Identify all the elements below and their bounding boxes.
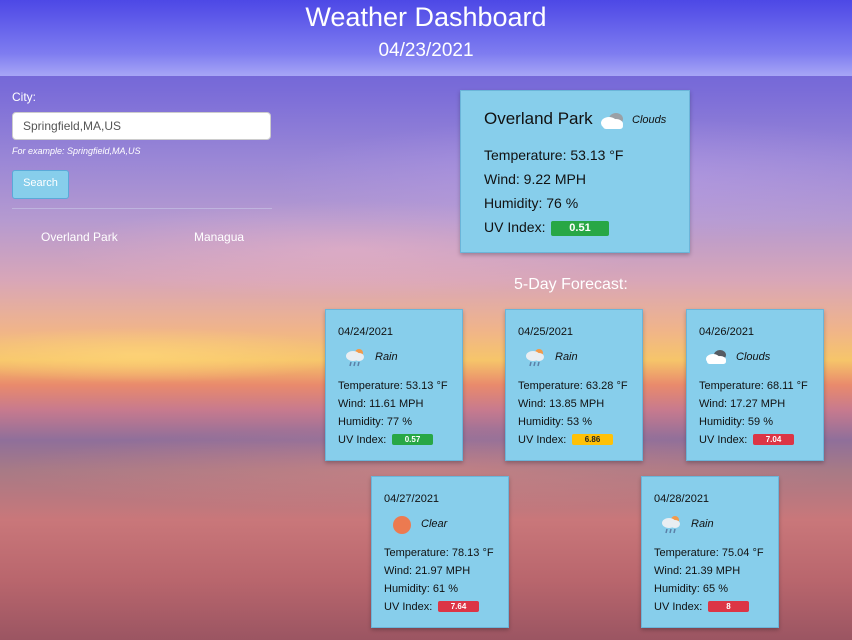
forecast-condition: Rain (555, 351, 578, 363)
forecast-wind: Wind: 13.85 MPH (518, 398, 605, 410)
current-uv-badge: 0.51 (551, 221, 609, 236)
forecast-uv-label: UV Index: (384, 601, 433, 613)
forecast-uv-badge: 8 (708, 601, 749, 612)
current-uv-label: UV Index: (484, 219, 546, 235)
forecast-date: 04/26/2021 (699, 326, 755, 338)
rain-icon (526, 349, 544, 367)
forecast-humidity: Humidity: 59 % (699, 416, 773, 428)
clouds-icon (706, 350, 726, 364)
forecast-card: 04/25/2021 Rain Temperature: 63.28 °F Wi… (505, 309, 643, 461)
forecast-date: 04/28/2021 (654, 493, 710, 505)
forecast-date: 04/24/2021 (338, 326, 394, 338)
forecast-humidity: Humidity: 61 % (384, 583, 458, 595)
forecast-temperature: Temperature: 68.11 °F (699, 380, 808, 392)
search-panel: City: For example: Springfield,MA,US Sea… (12, 90, 272, 244)
forecast-uv-label: UV Index: (338, 434, 387, 446)
city-hint: For example: Springfield,MA,US (12, 146, 141, 156)
forecast-date: 04/25/2021 (518, 326, 574, 338)
current-condition: Clouds (632, 114, 667, 126)
forecast-title: 5-Day Forecast: (514, 276, 628, 293)
forecast-temperature: Temperature: 75.04 °F (654, 547, 764, 559)
current-city-name: Overland Park (484, 109, 593, 128)
clouds-icon (601, 113, 623, 129)
page-title: Weather Dashboard (305, 2, 547, 32)
forecast-card: 04/26/2021 Clouds Temperature: 68.11 °F … (686, 309, 824, 461)
forecast-temperature: Temperature: 53.13 °F (338, 380, 448, 392)
current-weather-card: Overland Park Clouds Temperature: 53.13 … (460, 90, 690, 253)
forecast-wind: Wind: 21.97 MPH (384, 565, 471, 577)
forecast-uv-badge: 7.64 (438, 601, 479, 612)
forecast-card: 04/24/2021 Rain Temperature: 53.13 °F Wi… (325, 309, 463, 461)
forecast-temperature: Temperature: 63.28 °F (518, 380, 628, 392)
forecast-uv-badge: 0.57 (392, 434, 433, 445)
rain-icon (662, 516, 680, 534)
forecast-condition: Clear (421, 518, 448, 530)
forecast-uv-label: UV Index: (699, 434, 748, 446)
rain-icon (346, 349, 364, 367)
forecast-card: 04/28/2021 Rain Temperature: 75.04 °F Wi… (641, 476, 779, 628)
forecast-temperature: Temperature: 78.13 °F (384, 547, 494, 559)
forecast-uv-label: UV Index: (518, 434, 567, 446)
forecast-humidity: Humidity: 53 % (518, 416, 592, 428)
forecast-condition: Clouds (736, 351, 771, 363)
current-date: 04/23/2021 (378, 40, 474, 61)
current-wind: Wind: 9.22 MPH (484, 171, 586, 187)
forecast-uv-badge: 6.86 (572, 434, 613, 445)
current-temperature: Temperature: 53.13 °F (484, 147, 624, 163)
forecast-wind: Wind: 21.39 MPH (654, 565, 741, 577)
forecast-wind: Wind: 17.27 MPH (699, 398, 786, 410)
forecast-condition: Rain (691, 518, 714, 530)
forecast-card: 04/27/2021 Clear Temperature: 78.13 °F W… (371, 476, 509, 628)
page-header: Weather Dashboard 04/23/2021 (0, 0, 852, 76)
sun-icon (393, 516, 411, 534)
forecast-condition: Rain (375, 351, 398, 363)
forecast-uv-label: UV Index: (654, 601, 703, 613)
city-label: City: (12, 90, 36, 104)
history-item-overland-park[interactable]: Overland Park (41, 230, 118, 244)
search-button[interactable]: Search (12, 170, 69, 199)
history-item-managua[interactable]: Managua (194, 230, 244, 244)
forecast-date: 04/27/2021 (384, 493, 440, 505)
forecast-humidity: Humidity: 77 % (338, 416, 412, 428)
divider (12, 208, 272, 209)
forecast-wind: Wind: 11.61 MPH (338, 398, 424, 410)
city-search-input[interactable] (12, 112, 271, 140)
current-humidity: Humidity: 76 % (484, 195, 579, 211)
forecast-uv-badge: 7.04 (753, 434, 794, 445)
forecast-humidity: Humidity: 65 % (654, 583, 728, 595)
